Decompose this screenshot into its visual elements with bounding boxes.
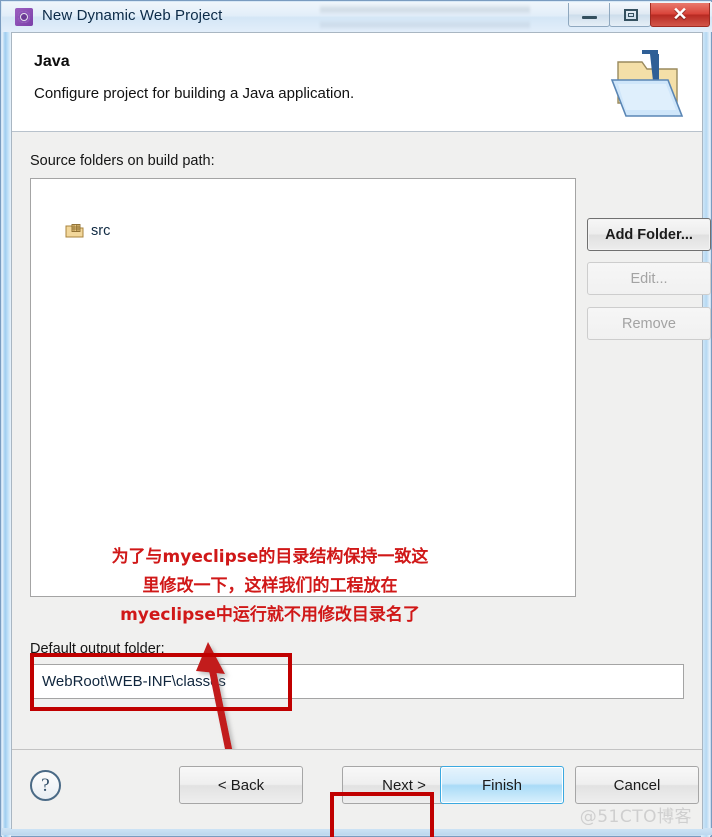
add-folder-button[interactable]: Add Folder... [587,218,711,251]
annotation-note: 为了与myeclipse的目录结构保持一致这 里修改一下，这样我们的工程放在 m… [74,543,466,630]
maximize-button[interactable] [609,3,651,27]
java-folder-banner-icon [610,50,684,117]
remove-button[interactable]: Remove [587,307,711,340]
background-window-text [320,4,530,30]
page-subtitle: Configure project for building a Java ap… [34,85,355,102]
window-border-left [2,31,11,837]
minimize-icon [582,16,597,19]
source-folders-label: Source folders on build path: [30,153,215,169]
help-button[interactable]: ? [30,770,61,801]
edit-button[interactable]: Edit... [587,262,711,295]
eclipse-wizard-icon [15,8,33,26]
watermark: @51CTO博客 [579,807,692,827]
page-title: Java [34,53,70,70]
minimize-button[interactable] [568,3,610,27]
cancel-button[interactable]: Cancel [575,766,699,804]
annotation-note-line-3: myeclipse中运行就不用修改目录名了 [120,605,420,625]
title-bar: New Dynamic Web Project ✕ [2,2,712,32]
dialog-footer: ? < Back Next > Finish Cancel @51CTO博客 [12,750,702,829]
screenshot-root: New Dynamic Web Project ✕ Java Configure… [0,0,712,837]
close-icon: ✕ [672,4,688,24]
source-folder-icon [65,223,84,239]
window-border-bottom [2,828,712,835]
list-item[interactable]: src [65,223,110,239]
list-item-label: src [91,223,111,239]
maximize-icon [624,9,638,21]
wizard-content: Source folders on build path: src Add Fo… [12,133,711,758]
back-button[interactable]: < Back [179,766,303,804]
default-output-folder-input[interactable] [32,664,684,699]
window-controls: ✕ [568,3,710,28]
finish-button[interactable]: Finish [440,766,564,804]
close-button[interactable]: ✕ [650,3,710,27]
red-up-arrow-icon [196,642,234,758]
wizard-banner: Java Configure project for building a Ja… [12,33,702,132]
dialog-window: New Dynamic Web Project ✕ Java Configure… [0,0,712,837]
window-title: New Dynamic Web Project [42,7,223,24]
default-output-folder-label: Default output folder: [30,641,165,657]
dialog-body: Java Configure project for building a Ja… [11,32,711,837]
annotation-note-line-1: 为了与myeclipse的目录结构保持一致这 [111,547,429,567]
annotation-note-line-2: 里修改一下，这样我们的工程放在 [142,576,398,596]
source-folders-list[interactable]: src [30,178,576,597]
